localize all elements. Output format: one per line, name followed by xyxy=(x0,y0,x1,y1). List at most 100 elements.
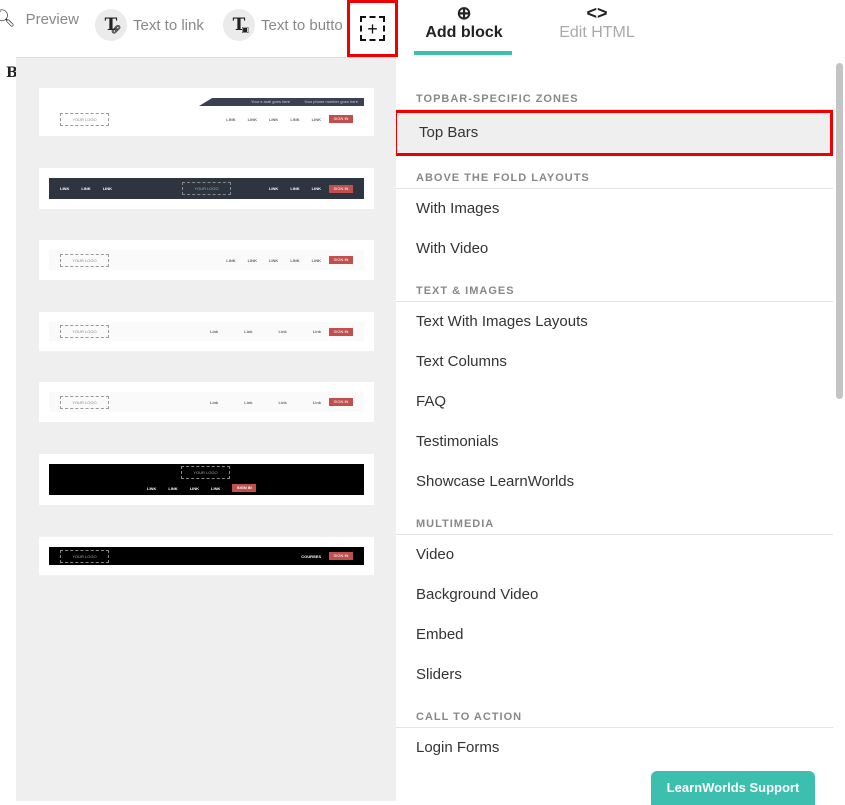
menu-item-showcase[interactable]: Showcase LearnWorlds xyxy=(396,462,833,502)
nav-link: LINK xyxy=(290,257,300,263)
nav-link: LINK xyxy=(189,485,200,491)
menu-item-with-images[interactable]: With Images xyxy=(396,189,833,229)
nav-link: COURSES xyxy=(301,553,321,559)
menu-item-faq[interactable]: FAQ xyxy=(396,382,833,422)
section-text-images: TEXT & IMAGES xyxy=(396,281,833,302)
logo-placeholder: YOUR LOGO xyxy=(60,395,109,409)
logo-placeholder: YOUR LOGO xyxy=(60,253,109,267)
active-tab-underline xyxy=(414,51,512,55)
menu-item-background-video[interactable]: Background Video xyxy=(396,575,833,615)
block-preview-gallery: Your e-mail goes here Your phone number … xyxy=(16,57,396,801)
signin-button: SIGN IN xyxy=(232,484,257,492)
signin-button: SIGN IN xyxy=(329,115,353,123)
nav-link: LINK xyxy=(81,186,91,191)
menu-item-embed[interactable]: Embed xyxy=(396,615,833,655)
logo-placeholder: YOUR LOGO xyxy=(181,466,230,479)
logo-placeholder: YOUR LOGO xyxy=(60,325,109,338)
nav-link: Link xyxy=(278,399,287,405)
topbar-contact-strip: Your e-mail goes here Your phone number … xyxy=(199,98,364,106)
tab-add-block[interactable]: ⊕ Add block xyxy=(414,2,514,55)
nav-link: LINK xyxy=(102,186,113,191)
nav-link: LINK xyxy=(147,485,157,491)
nav-link: LINK xyxy=(211,485,221,491)
logo-placeholder: YOUR LOGO xyxy=(60,112,109,126)
nav-link: Link xyxy=(312,399,321,405)
signin-button: SIGN IN xyxy=(329,398,353,406)
nav-link: LINK xyxy=(290,116,300,122)
nav-links: LINK LINK LINK LINK SIGN IN xyxy=(147,484,257,492)
nav-link: LINK xyxy=(290,186,300,191)
text-to-link-label: Text to link xyxy=(133,16,204,34)
menu-item-login-forms[interactable]: Login Forms xyxy=(396,728,833,768)
section-above-fold: ABOVE THE FOLD LAYOUTS xyxy=(396,168,833,189)
email-text: Your e-mail goes here xyxy=(251,99,291,104)
thumb-bar: YOUR LOGO Link Link Link Link SIGN IN xyxy=(49,322,364,341)
text-to-link-tool[interactable]: T 🔗︎ Text to link xyxy=(95,9,204,41)
preview-tool[interactable]: 🔍︎ Preview xyxy=(0,9,79,29)
menu-item-video[interactable]: Video xyxy=(396,535,833,575)
text-to-button-tool[interactable]: T ▣ Text to butto xyxy=(223,9,343,41)
nav-link: Link xyxy=(278,329,287,334)
preview-label: Preview xyxy=(25,10,79,28)
nav-link: Link xyxy=(244,329,253,334)
code-icon: <> xyxy=(586,3,608,23)
signin-button: SIGN IN xyxy=(329,327,353,336)
add-block-icon: + xyxy=(360,16,385,41)
thumb-bar: YOUR LOGO LINK LINK LINK LINK LINK SIGN … xyxy=(49,110,364,128)
nav-links: COURSES xyxy=(301,554,321,559)
menu-scrollbar[interactable] xyxy=(833,57,845,801)
support-button[interactable]: LearnWorlds Support xyxy=(651,771,815,805)
text-link-icon: T 🔗︎ xyxy=(95,9,127,41)
topbar-thumb-1[interactable]: Your e-mail goes here Your phone number … xyxy=(39,88,374,136)
nav-links: Link Link Link Link xyxy=(210,329,321,334)
nav-link: LINK xyxy=(247,116,257,122)
text-to-button-label: Text to butto xyxy=(261,16,343,34)
topbar-thumb-3[interactable]: YOUR LOGO LINK LINK LINK LINK LINK SIGN … xyxy=(39,240,374,280)
nav-links-right: LINK LINK LINK xyxy=(269,186,321,191)
signin-button: SIGN IN xyxy=(329,184,353,193)
nav-link: LINK xyxy=(168,485,178,491)
menu-item-testimonials[interactable]: Testimonials xyxy=(396,422,833,462)
thumb-bar: YOUR LOGO LINK LINK LINK LINK LINK SIGN … xyxy=(49,250,364,270)
topbar-thumb-4[interactable]: YOUR LOGO Link Link Link Link SIGN IN xyxy=(39,312,374,351)
menu-item-text-columns[interactable]: Text Columns xyxy=(396,342,833,382)
block-category-menu: TOPBAR-SPECIFIC ZONES Top Bars ABOVE THE… xyxy=(396,57,833,801)
nav-link: LINK xyxy=(226,257,236,263)
nav-links-left: LINK LINK LINK xyxy=(60,186,112,191)
thumb-bar: YOUR LOGO Link Link Link Link SIGN IN xyxy=(49,392,364,412)
menu-item-with-video[interactable]: With Video xyxy=(396,229,833,269)
topbar-thumb-7[interactable]: YOUR LOGO COURSES SIGN IN xyxy=(39,537,374,575)
thumb-bar: YOUR LOGO COURSES SIGN IN xyxy=(49,547,364,565)
nav-link: LINK xyxy=(268,116,279,122)
nav-links: Link Link Link Link xyxy=(210,400,321,405)
topbar-thumb-6[interactable]: YOUR LOGO LINK LINK LINK LINK SIGN IN xyxy=(39,454,374,505)
text-button-icon: T ▣ xyxy=(223,9,255,41)
editor-toolbar: 🔍︎ Preview T 🔗︎ Text to link T ▣ Text to b… xyxy=(0,0,845,57)
nav-link: Link xyxy=(210,399,219,405)
nav-link: LINK xyxy=(268,257,279,263)
menu-item-top-bars[interactable]: Top Bars xyxy=(396,110,833,156)
scrollbar-thumb[interactable] xyxy=(836,63,843,399)
nav-link: LINK xyxy=(311,116,321,122)
nav-link: Link xyxy=(244,399,253,405)
phone-text: Your phone number goes here xyxy=(304,99,358,104)
menu-item-text-with-images[interactable]: Text With Images Layouts xyxy=(396,302,833,342)
menu-item-sliders[interactable]: Sliders xyxy=(396,655,833,695)
nav-links: LINK LINK LINK LINK LINK xyxy=(226,258,321,263)
tab-edit-html[interactable]: <> Edit HTML xyxy=(547,2,647,42)
nav-link: LINK xyxy=(247,257,257,263)
edit-html-label: Edit HTML xyxy=(559,24,635,41)
add-block-icon-button[interactable]: + xyxy=(347,0,398,57)
section-topbar-zones: TOPBAR-SPECIFIC ZONES xyxy=(396,89,833,110)
search-icon: 🔍︎ xyxy=(0,9,16,28)
canvas-edge: B xyxy=(0,57,18,801)
nav-link: Link xyxy=(312,329,321,334)
section-call-to-action: CALL TO ACTION xyxy=(396,707,833,728)
plus-circle-icon: ⊕ xyxy=(456,3,472,23)
topbar-thumb-2[interactable]: LINK LINK LINK YOUR LOGO LINK LINK LINK … xyxy=(39,168,374,209)
nav-link: LINK xyxy=(311,257,321,263)
topbar-thumb-5[interactable]: YOUR LOGO Link Link Link Link SIGN IN xyxy=(39,382,374,422)
